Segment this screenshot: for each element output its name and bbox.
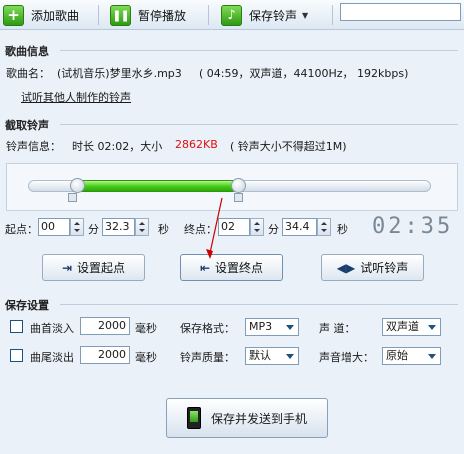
song-details: ( 04:59，双声道，44100Hz， 192kbps): [199, 67, 409, 80]
chevron-down-icon: [428, 354, 436, 359]
duration-text: 时长 02:02，大小: [72, 140, 163, 153]
end-sec-input[interactable]: 34.4: [282, 218, 317, 236]
fade-out-ms-input[interactable]: 2000: [80, 346, 130, 364]
save-ringtone-label: 保存铃声: [249, 8, 298, 23]
song-name-label: 歌曲名：: [6, 67, 50, 80]
song-name-value: (试机音乐)梦里水乡.mp3: [57, 67, 182, 80]
set-end-button[interactable]: ⇤ 设置终点: [180, 254, 283, 281]
volume-select[interactable]: 原始: [382, 347, 441, 365]
ms-unit: 毫秒: [135, 322, 157, 335]
quality-label: 铃声质量：: [180, 351, 235, 364]
selected-range: [72, 180, 238, 192]
fade-in-ms-input[interactable]: 2000: [80, 317, 130, 335]
minute-unit: 分: [268, 223, 279, 236]
cut-ringtone-heading: 截取铃声: [5, 119, 49, 132]
annotation-arrow: [206, 197, 223, 259]
format-select[interactable]: MP3: [245, 318, 299, 336]
second-unit: 秒: [337, 223, 348, 236]
divider: [60, 304, 458, 305]
chevron-down-icon: ▼: [302, 10, 309, 20]
search-input[interactable]: [340, 3, 461, 21]
toolbar-divider: [208, 5, 209, 25]
start-sec-stepper[interactable]: [135, 218, 149, 236]
set-start-label: 设置起点: [77, 261, 126, 275]
end-min-stepper[interactable]: [250, 218, 264, 236]
play-icon: ◀▶: [336, 260, 356, 275]
quality-select[interactable]: 默认: [245, 347, 299, 365]
quality-value: 默认: [249, 349, 271, 362]
fade-in-label: 曲首淡入: [30, 322, 74, 335]
volume-label: 声音增大：: [319, 351, 374, 364]
time-display: 02:35: [372, 214, 454, 239]
preview-button[interactable]: ◀▶ 试听铃声: [321, 254, 424, 281]
start-bracket-icon: ⇥: [61, 260, 73, 275]
size-limit-note: ( 铃声大小不得超过1M): [230, 140, 347, 153]
fade-out-checkbox[interactable]: [10, 349, 23, 362]
preview-label: 试听铃声: [360, 261, 409, 275]
save-send-button[interactable]: 保存并发送到手机: [166, 398, 328, 438]
toolbar-divider: [98, 5, 99, 25]
chevron-down-icon: [428, 325, 436, 330]
set-start-button[interactable]: ⇥ 设置起点: [42, 254, 145, 281]
end-marker[interactable]: [233, 193, 243, 202]
ringtone-info-label: 铃声信息：: [6, 140, 61, 153]
pause-icon: ❚❚: [110, 4, 131, 26]
end-sec-stepper[interactable]: [317, 218, 331, 236]
divider: [60, 124, 458, 125]
save-send-label: 保存并发送到手机: [210, 411, 307, 426]
chevron-down-icon: [286, 325, 294, 330]
other-ringtones-link[interactable]: 试听其他人制作的铃声: [21, 89, 131, 105]
add-song-label: 添加歌曲: [31, 8, 80, 23]
start-marker[interactable]: [68, 193, 78, 202]
song-info-heading: 歌曲信息: [5, 45, 49, 58]
channel-label: 声 道：: [319, 322, 356, 335]
minute-unit: 分: [88, 223, 99, 236]
start-min-stepper[interactable]: [70, 218, 84, 236]
channel-select[interactable]: 双声道: [382, 318, 441, 336]
format-value: MP3: [249, 320, 273, 333]
fade-in-checkbox[interactable]: [10, 320, 23, 333]
format-label: 保存格式：: [180, 322, 235, 335]
size-value: 2862KB: [175, 138, 218, 151]
ms-unit: 毫秒: [135, 351, 157, 364]
start-label: 起点：: [5, 223, 38, 236]
phone-icon: [186, 407, 201, 429]
chevron-down-icon: [286, 354, 294, 359]
start-min-input[interactable]: 00: [38, 218, 70, 236]
plus-icon: +: [3, 4, 24, 26]
save-settings-heading: 保存设置: [5, 299, 49, 312]
pause-label: 暂停播放: [138, 8, 187, 23]
fade-out-label: 曲尾淡出: [30, 351, 74, 364]
volume-value: 原始: [386, 349, 408, 362]
save-ringtone-button[interactable]: ♪ 保存铃声 ▼: [221, 3, 308, 27]
start-sec-input[interactable]: 32.3: [102, 218, 135, 236]
pause-button[interactable]: ❚❚ 暂停播放: [110, 3, 186, 27]
divider: [60, 50, 458, 51]
toolbar: + 添加歌曲 ❚❚ 暂停播放 ♪ 保存铃声 ▼: [0, 0, 464, 30]
music-note-icon: ♪: [221, 4, 242, 26]
second-unit: 秒: [158, 223, 169, 236]
end-handle[interactable]: [230, 178, 246, 193]
toolbar-divider: [332, 5, 333, 25]
add-song-button[interactable]: + 添加歌曲: [3, 3, 79, 27]
channel-value: 双声道: [386, 320, 419, 333]
